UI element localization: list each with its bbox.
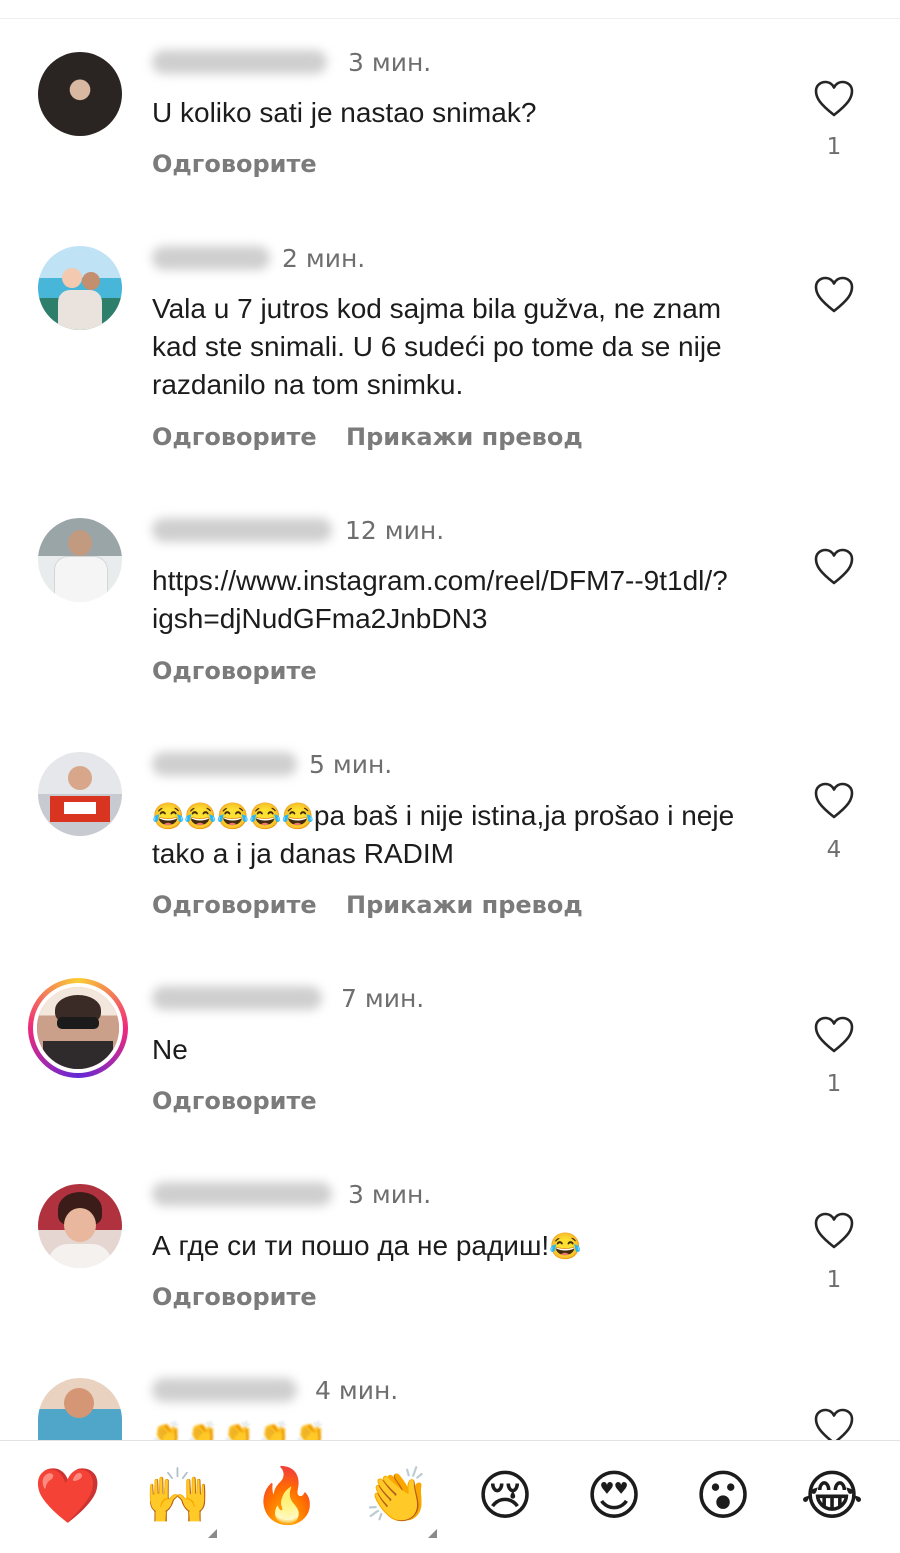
like-count: 1	[826, 1267, 842, 1293]
username[interactable]	[152, 986, 322, 1010]
avatar-story-ring[interactable]	[28, 978, 128, 1078]
crying-face-icon[interactable]: 😢	[472, 1463, 538, 1529]
surprised-face-icon[interactable]: 😮	[690, 1463, 756, 1529]
like-count: 1	[826, 1071, 842, 1097]
quick-reaction-bar: ❤️ 🙌 🔥 👏 😢 😍 😮 😂	[0, 1440, 900, 1553]
comment-text: Ne	[152, 1034, 188, 1065]
username[interactable]	[152, 752, 297, 776]
like-count: 1	[826, 134, 842, 160]
comment-text: Vala u 7 jutros kod sajma bila gužva, ne…	[152, 293, 722, 400]
heart-eyes-icon[interactable]: 😍	[581, 1463, 647, 1529]
skin-tone-indicator	[208, 1529, 217, 1538]
avatar[interactable]	[38, 1378, 122, 1440]
comment-text: U koliko sati je nastao snimak?	[152, 97, 537, 128]
tears-of-joy-icon[interactable]: 😂	[799, 1463, 865, 1529]
comment-time: 12 мин.	[345, 516, 445, 545]
avatar[interactable]	[38, 52, 122, 136]
tears-of-joy-emoji: 😂	[549, 1231, 582, 1261]
comment-time: 3 мин.	[348, 1180, 432, 1209]
heart-icon[interactable]	[814, 1016, 854, 1054]
heart-icon[interactable]	[814, 1212, 854, 1250]
comment-text: 😂😂😂😂😂pa baš i nije istina,ja prošao i ne…	[152, 797, 772, 873]
heart-icon[interactable]	[814, 548, 854, 586]
heart-icon[interactable]	[814, 276, 854, 314]
tears-of-joy-emoji: 😂😂😂😂😂	[152, 801, 314, 831]
reply-button[interactable]: Одговорите	[152, 657, 317, 685]
username[interactable]	[152, 518, 332, 542]
reply-button[interactable]: Одговорите	[152, 891, 317, 919]
comment-time: 3 мин.	[348, 48, 432, 77]
heart-icon[interactable]	[814, 782, 854, 820]
reply-button[interactable]: Одговорите	[152, 1087, 317, 1115]
username[interactable]	[152, 1378, 297, 1402]
reply-button[interactable]: Одговорите	[152, 1283, 317, 1311]
heart-icon[interactable]	[814, 80, 854, 118]
skin-tone-indicator	[428, 1529, 437, 1538]
comment-text: https://www.instagram.com/reel/DFM7--9t1…	[152, 565, 728, 634]
avatar[interactable]	[38, 752, 122, 836]
comment-text: А где си ти пошо да не радиш!😂	[152, 1227, 782, 1265]
avatar[interactable]	[38, 518, 122, 602]
comment-time: 2 мин.	[282, 244, 366, 273]
fire-icon[interactable]: 🔥	[253, 1463, 320, 1529]
comment-time: 4 мин.	[315, 1376, 399, 1405]
like-count: 4	[826, 837, 842, 863]
top-divider	[0, 18, 900, 19]
clapping-hands-icon[interactable]: 👏	[364, 1463, 431, 1529]
heart-icon[interactable]	[814, 1408, 854, 1440]
avatar[interactable]	[38, 1184, 122, 1268]
avatar[interactable]	[38, 246, 122, 330]
raising-hands-icon[interactable]: 🙌	[144, 1463, 211, 1529]
username[interactable]	[152, 50, 327, 74]
comment-text-body: А где си ти пошо да не радиш!	[152, 1230, 550, 1261]
reply-button[interactable]: Одговорите	[152, 150, 317, 178]
red-heart-icon[interactable]: ❤️	[34, 1463, 101, 1529]
comment-time: 5 мин.	[309, 750, 393, 779]
username[interactable]	[152, 246, 270, 270]
comment-time: 7 мин.	[341, 984, 425, 1013]
reply-button[interactable]: Одговорите	[152, 423, 317, 451]
show-translation-button[interactable]: Прикажи превод	[346, 423, 583, 451]
show-translation-button[interactable]: Прикажи превод	[346, 891, 583, 919]
username[interactable]	[152, 1182, 332, 1206]
